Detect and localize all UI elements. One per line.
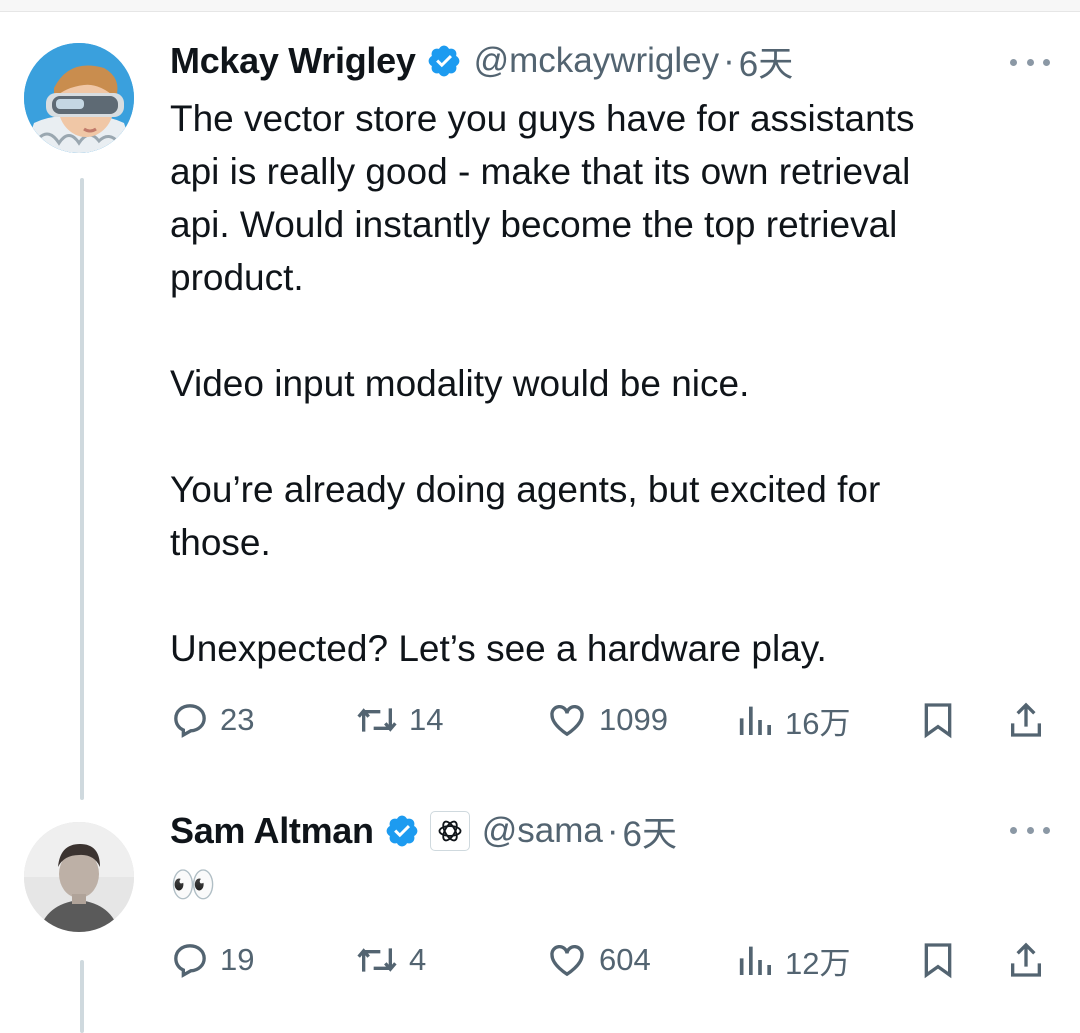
reply-count: 19	[220, 942, 255, 977]
reply-button[interactable]: 19	[170, 935, 254, 985]
avatar[interactable]	[24, 43, 134, 153]
tweet-header: Sam Altman @sama · 6天	[170, 806, 677, 856]
separator-dot: ·	[723, 41, 735, 80]
tweet-text: 👀	[170, 858, 1050, 911]
tweet-text-line: 👀	[170, 863, 217, 906]
action-bar: 23 14 1099 16万	[170, 695, 1060, 745]
bookmark-icon	[924, 703, 952, 739]
like-icon	[550, 704, 584, 737]
action-bar: 19 4 604 12万	[170, 935, 1060, 985]
tweet-text-line: those.	[170, 522, 271, 563]
bookmark-button[interactable]	[918, 935, 958, 985]
timestamp[interactable]: 6天	[739, 36, 793, 87]
reply-count: 23	[220, 702, 255, 737]
tweet-text-line: You’re already doing agents, but excited…	[170, 469, 881, 510]
like-icon	[550, 944, 584, 977]
tweet-text: The vector store you guys have for assis…	[170, 92, 1050, 675]
tweet-text-line: api. Would instantly become the top retr…	[170, 204, 898, 245]
tweet-text-line: Unexpected? Let’s see a hardware play.	[170, 628, 827, 669]
more-options-icon[interactable]	[1010, 56, 1050, 68]
like-button[interactable]: 604	[545, 935, 651, 985]
timestamp[interactable]: 6天	[623, 806, 677, 857]
tweet-header: Mckay Wrigley @mckaywrigley · 6天	[170, 36, 793, 86]
repost-icon	[357, 708, 397, 732]
display-name[interactable]: Sam Altman	[170, 810, 374, 852]
thread-line	[80, 960, 84, 1033]
repost-button[interactable]: 4	[355, 935, 426, 985]
separator-dot: ·	[606, 811, 619, 850]
avatar[interactable]	[24, 822, 134, 932]
display-name[interactable]: Mckay Wrigley	[170, 40, 416, 82]
view-count: 12万	[785, 945, 851, 981]
like-button[interactable]: 1099	[545, 695, 668, 745]
share-button[interactable]	[1006, 695, 1046, 745]
handle[interactable]: @mckaywrigley	[474, 41, 720, 81]
share-icon	[1011, 702, 1041, 737]
tweet-text-line: product.	[170, 257, 304, 298]
more-options-icon[interactable]	[1010, 824, 1050, 836]
verified-badge-icon	[384, 813, 420, 849]
bookmark-button[interactable]	[918, 695, 958, 745]
views-icon	[739, 946, 771, 975]
repost-count: 4	[409, 942, 427, 977]
like-count: 604	[599, 942, 651, 977]
share-button[interactable]	[1006, 935, 1046, 985]
views-button[interactable]: 12万	[735, 935, 850, 985]
view-count: 16万	[785, 705, 851, 741]
reply-icon	[174, 704, 206, 738]
repost-button[interactable]: 14	[355, 695, 443, 745]
tweet-text-line: Video input modality would be nice.	[170, 363, 750, 404]
views-icon	[739, 706, 771, 735]
handle[interactable]: @sama	[482, 811, 603, 851]
tweet-text-line: The vector store you guys have for assis…	[170, 98, 915, 139]
openai-logo-icon[interactable]	[429, 811, 470, 851]
repost-count: 14	[409, 702, 444, 737]
like-count: 1099	[599, 702, 668, 737]
repost-icon	[357, 948, 397, 972]
reply-button[interactable]: 23	[170, 695, 254, 745]
thread-line	[80, 178, 84, 800]
views-button[interactable]: 16万	[735, 695, 850, 745]
verified-badge-icon	[426, 43, 462, 79]
share-icon	[1011, 942, 1041, 977]
bookmark-icon	[924, 943, 952, 979]
top-divider	[0, 0, 1080, 12]
tweet-text-line: api is really good - make that its own r…	[170, 151, 911, 192]
reply-icon	[174, 944, 206, 978]
